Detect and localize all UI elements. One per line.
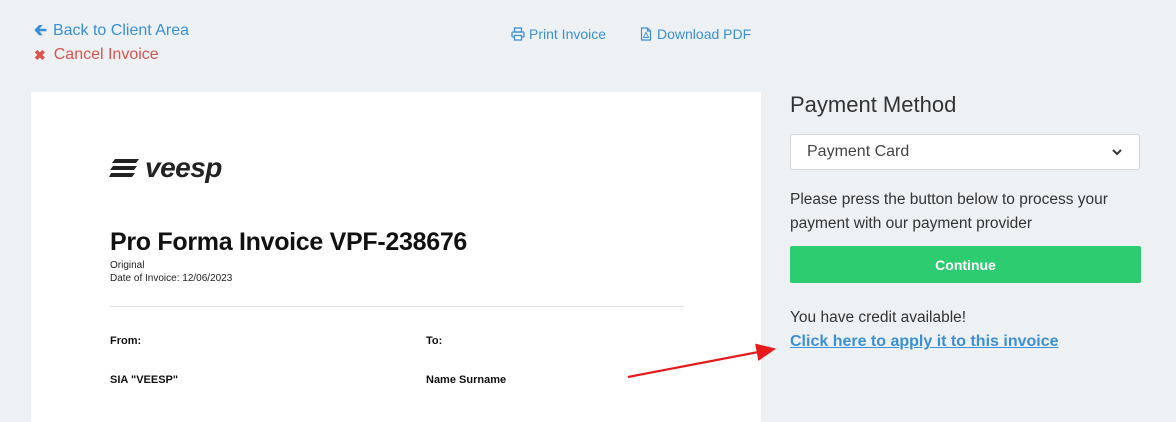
invoice-date: Date of Invoice: 12/06/2023 [110,273,233,284]
print-link-label: Print Invoice [529,26,607,42]
to-label: To: [426,335,443,347]
credit-available-text: You have credit available! [790,309,967,326]
chevron-down-icon [1112,149,1122,156]
close-icon: ✖ [34,47,46,63]
to-customer-name: Name Surname [426,374,507,386]
arrow-left-icon: 🡰 [34,22,47,39]
cancel-link-label: Cancel Invoice [53,46,159,63]
print-invoice-link[interactable]: Print Invoice [511,26,606,42]
payment-method-selected-value: Payment Card [807,143,910,160]
download-pdf-link[interactable]: Download PDF [639,26,751,42]
apply-credit-link[interactable]: Click here to apply it to this invoice [790,333,1059,351]
logo-mark-icon [109,159,139,177]
payment-method-heading: Payment Method [790,92,957,117]
invoice-title: Pro Forma Invoice VPF-238676 [110,228,468,256]
back-to-client-area-link[interactable]: 🡰 Back to Client Area [34,22,189,40]
payment-description: Please press the button below to process… [790,191,1108,232]
download-link-label: Download PDF [657,26,752,42]
invoice-document: veesp Pro Forma Invoice VPF-238676 Origi… [31,92,761,422]
payment-method-select[interactable]: Payment Card [790,134,1140,170]
divider [110,306,684,307]
from-label: From: [110,335,142,347]
invoice-status: Original [110,260,145,271]
printer-icon [511,27,525,41]
logo-text: veesp [145,152,222,183]
continue-button[interactable]: Continue [790,246,1141,283]
pdf-file-icon [640,27,652,41]
veesp-logo: veesp [109,154,222,182]
from-company-name: SIA "VEESP" [110,374,179,386]
back-link-label: Back to Client Area [52,22,190,39]
cancel-invoice-link[interactable]: ✖ Cancel Invoice [34,46,159,64]
